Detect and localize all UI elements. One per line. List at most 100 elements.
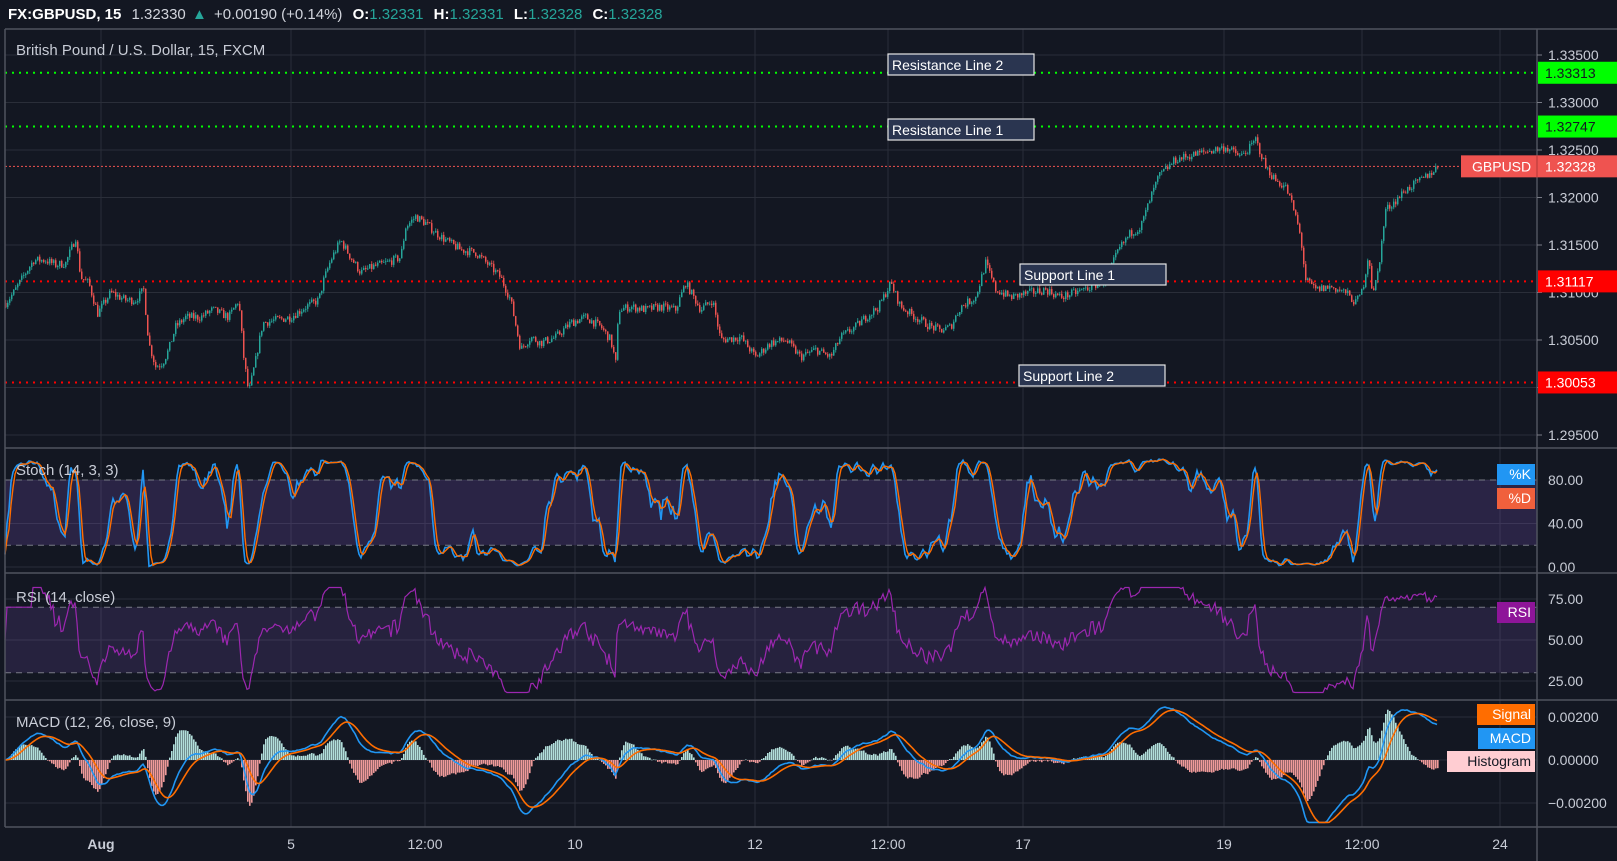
macd-histogram-bar — [131, 756, 133, 760]
candle-up — [741, 335, 743, 337]
time-axis-label: 19 — [1216, 836, 1232, 852]
candle-up — [187, 313, 189, 316]
candle-up — [629, 309, 631, 312]
candle-up — [249, 385, 251, 387]
candle-down — [115, 292, 117, 297]
candle-down — [1409, 186, 1411, 190]
macd-histogram-bar — [57, 760, 59, 769]
candle-down — [885, 294, 887, 297]
macd-histogram-bar — [333, 739, 335, 760]
candle-up — [1147, 203, 1149, 211]
macd-histogram-bar — [395, 760, 397, 761]
candle-up — [881, 300, 883, 301]
candle-up — [1433, 172, 1435, 175]
macd-tag: MACD — [1490, 730, 1531, 746]
macd-histogram-bar — [481, 760, 483, 765]
macd-histogram-bar — [1219, 760, 1221, 770]
candle-down — [79, 251, 81, 272]
time-axis-label: 12:00 — [407, 836, 442, 852]
macd-histogram-bar — [1423, 760, 1425, 765]
candle-up — [531, 337, 533, 342]
candle-up — [441, 234, 443, 240]
candle-up — [259, 335, 261, 353]
macd-histogram-bar — [659, 760, 661, 762]
macd-histogram-bar — [759, 760, 761, 762]
macd-histogram-bar — [649, 757, 651, 760]
macd-histogram-bar — [503, 760, 505, 770]
macd-histogram-bar — [1289, 760, 1291, 773]
macd-histogram-bar — [249, 760, 251, 806]
macd-histogram-bar — [385, 760, 387, 765]
candle-down — [1279, 181, 1281, 186]
macd-histogram-bar — [1287, 760, 1289, 773]
candle-up — [339, 241, 341, 243]
candle-down — [1131, 230, 1133, 236]
macd-histogram-bar — [401, 758, 403, 760]
macd-histogram-bar — [797, 760, 799, 762]
macd-histogram-bar — [475, 760, 477, 766]
candle-down — [147, 314, 149, 336]
macd-histogram-bar — [229, 760, 231, 765]
macd-histogram-bar — [1101, 756, 1103, 760]
candle-down — [991, 270, 993, 278]
candle-up — [413, 218, 415, 220]
candle-up — [529, 341, 531, 345]
macd-histogram-bar — [643, 756, 645, 760]
macd-histogram-bar — [699, 760, 701, 771]
candle-down — [511, 297, 513, 302]
candle-down — [517, 325, 519, 336]
candle-down — [573, 320, 575, 326]
macd-histogram-bar — [143, 749, 145, 760]
macd-histogram-bar — [1365, 735, 1367, 760]
macd-histogram-bar — [823, 757, 825, 760]
candle-up — [1229, 149, 1231, 152]
macd-histogram-bar — [1311, 760, 1313, 796]
macd-histogram-bar — [957, 751, 959, 760]
macd-histogram-bar — [451, 760, 453, 774]
candle-down — [1427, 173, 1429, 178]
macd-histogram-bar — [1241, 760, 1243, 771]
candle-up — [345, 245, 347, 249]
candle-up — [273, 319, 275, 321]
macd-histogram-bar — [1163, 746, 1165, 760]
candle-up — [311, 299, 313, 302]
candle-down — [1011, 295, 1013, 300]
support-price-tag-text: 1.30053 — [1545, 374, 1596, 390]
macd-histogram-bar — [315, 755, 317, 760]
macd-histogram-bar — [1209, 760, 1211, 773]
candle-down — [455, 243, 457, 250]
close-value: 1.32328 — [608, 6, 662, 23]
trading-chart[interactable]: FX:GBPUSD, 15 1.32330 ▲ +0.00190 (+0.14%… — [0, 0, 1617, 861]
macd-histogram-bar — [1233, 760, 1235, 769]
candle-down — [693, 289, 695, 296]
macd-histogram-bar — [313, 753, 315, 760]
candle-down — [699, 305, 701, 312]
candle-down — [277, 316, 279, 318]
macd-histogram-bar — [1033, 760, 1035, 762]
macd-histogram-bar — [171, 751, 173, 760]
candle-up — [579, 319, 581, 324]
macd-histogram-bar — [1405, 743, 1407, 760]
candle-up — [777, 340, 779, 342]
macd-histogram-bar — [801, 760, 803, 766]
candle-down — [939, 325, 941, 329]
candle-up — [1239, 154, 1241, 156]
candle-up — [1065, 292, 1067, 299]
candle-up — [1139, 229, 1141, 233]
macd-histogram-bar — [341, 742, 343, 760]
macd-histogram-bar — [1411, 754, 1413, 760]
macd-histogram-bar — [709, 760, 711, 768]
candle-up — [1119, 246, 1121, 250]
candle-up — [447, 238, 449, 240]
candle-up — [705, 302, 707, 306]
macd-histogram-bar — [1123, 742, 1125, 760]
candle-up — [1173, 157, 1175, 165]
macd-histogram-bar — [427, 760, 429, 761]
candle-down — [467, 251, 469, 256]
macd-histogram-bar — [1009, 760, 1011, 775]
macd-histogram-bar — [765, 756, 767, 760]
candle-down — [763, 348, 765, 353]
candle-up — [563, 328, 565, 335]
macd-histogram-bar — [691, 754, 693, 760]
candle-down — [515, 316, 517, 326]
